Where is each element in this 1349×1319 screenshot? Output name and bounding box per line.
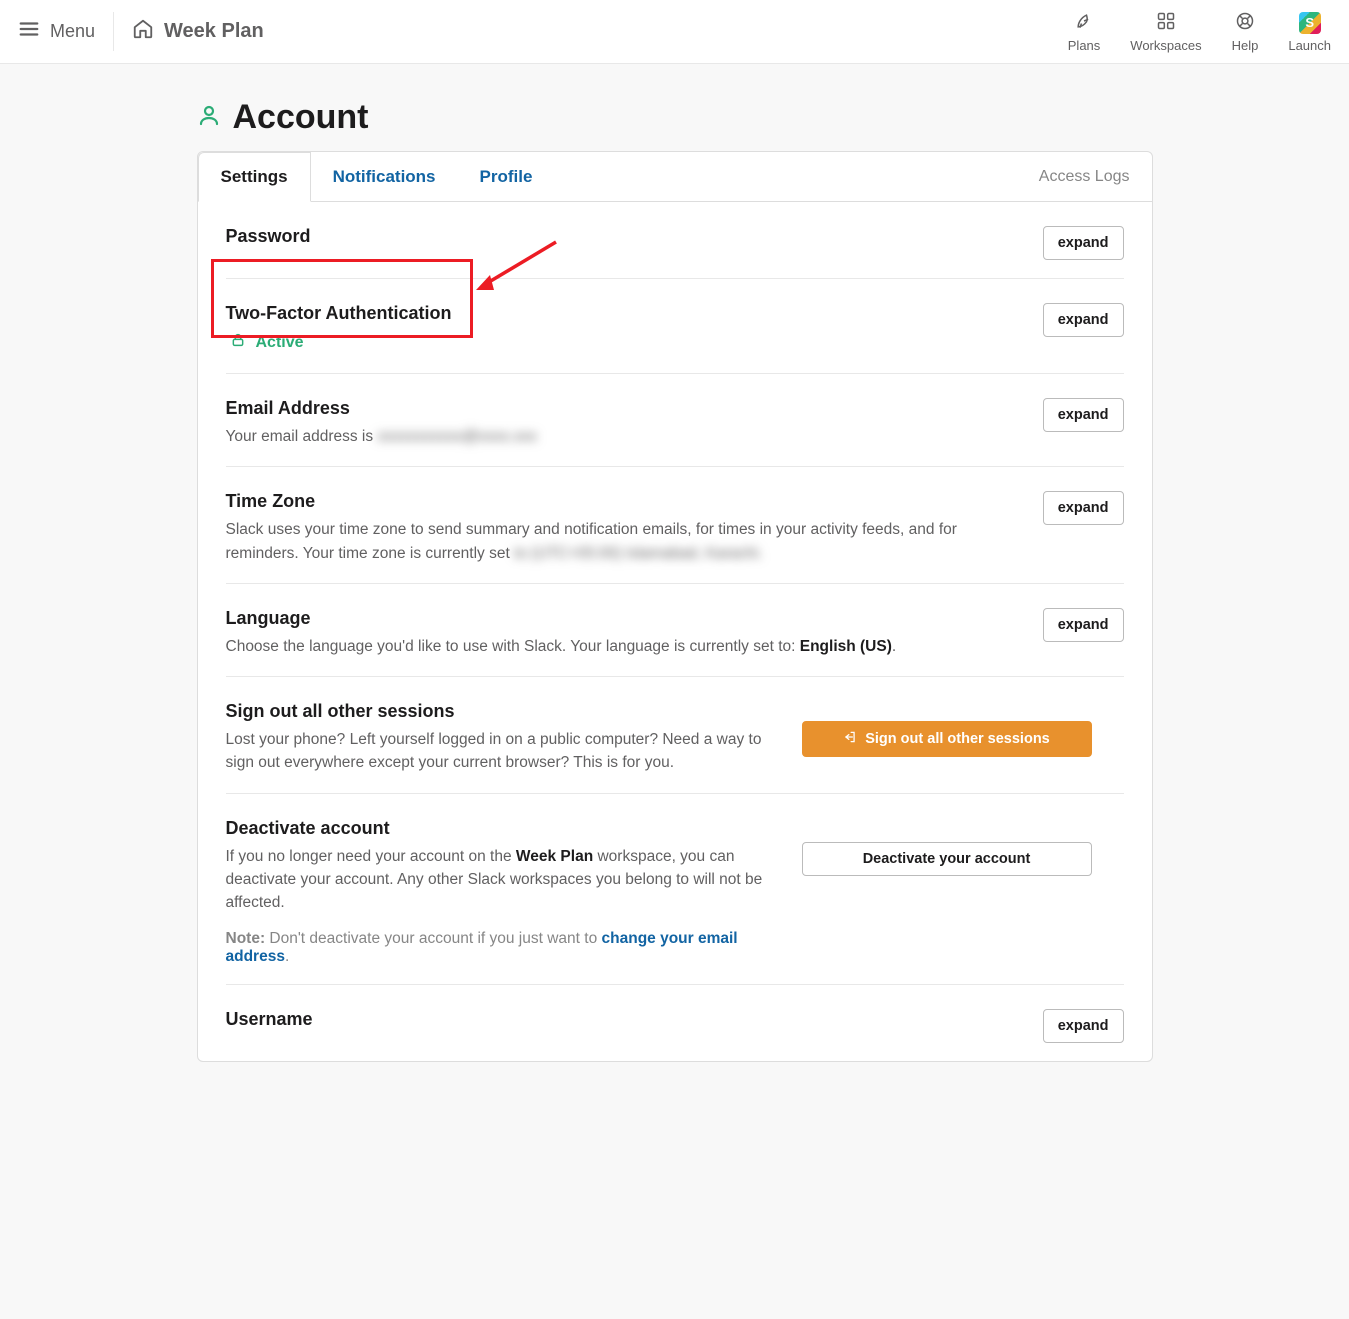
deactivate-button[interactable]: Deactivate your account xyxy=(802,842,1092,876)
lock-icon xyxy=(230,332,246,353)
email-title: Email Address xyxy=(226,398,1027,419)
menu-label: Menu xyxy=(50,21,95,42)
deactivate-title: Deactivate account xyxy=(226,818,786,839)
timezone-expand-button[interactable]: expand xyxy=(1043,491,1124,525)
password-title: Password xyxy=(226,226,1027,247)
twofa-status: Active xyxy=(226,330,1027,355)
language-desc: Choose the language you'd like to use wi… xyxy=(226,635,1027,658)
timezone-desc: Slack uses your time zone to send summar… xyxy=(226,518,1027,565)
label: Launch xyxy=(1288,38,1331,53)
slack-icon: S xyxy=(1299,12,1321,34)
twofa-expand-button[interactable]: expand xyxy=(1043,303,1124,337)
twofa-status-text: Active xyxy=(256,334,304,352)
timezone-value: to (UTC+05:00) Islamabad, Karachi. xyxy=(514,542,763,565)
signout-desc: Lost your phone? Left yourself logged in… xyxy=(226,728,786,775)
hamburger-icon xyxy=(18,18,40,45)
tab-notifications[interactable]: Notifications xyxy=(311,152,458,201)
signout-button[interactable]: Sign out all other sessions xyxy=(802,721,1092,757)
brand[interactable]: Week Plan xyxy=(132,18,264,46)
label: Help xyxy=(1232,38,1259,53)
language-expand-button[interactable]: expand xyxy=(1043,608,1124,642)
signout-button-label: Sign out all other sessions xyxy=(865,731,1050,747)
deactivate-note: Note: Don't deactivate your account if y… xyxy=(226,930,786,966)
signout-title: Sign out all other sessions xyxy=(226,701,786,722)
nav-help[interactable]: Help xyxy=(1232,11,1259,53)
timezone-title: Time Zone xyxy=(226,491,1027,512)
help-icon xyxy=(1235,11,1255,34)
tab-settings[interactable]: Settings xyxy=(198,152,311,202)
nav-plans[interactable]: Plans xyxy=(1068,11,1101,53)
signout-icon xyxy=(843,730,857,748)
label: Workspaces xyxy=(1130,38,1201,53)
user-icon xyxy=(197,103,221,132)
tab-access-logs[interactable]: Access Logs xyxy=(1017,152,1152,201)
tabs: Settings Notifications Profile Access Lo… xyxy=(198,152,1152,202)
twofa-title: Two-Factor Authentication xyxy=(226,303,1027,324)
page-title-text: Account xyxy=(233,98,369,137)
email-expand-button[interactable]: expand xyxy=(1043,398,1124,432)
home-icon xyxy=(132,18,154,46)
email-desc: Your email address is xxxxxxxxxxx@xxxx.x… xyxy=(226,425,1027,448)
topbar: Menu Week Plan Plans Workspaces Help xyxy=(0,0,1349,64)
menu-button[interactable]: Menu xyxy=(12,12,114,51)
grid-icon xyxy=(1156,11,1176,34)
username-title: Username xyxy=(226,1009,1027,1030)
nav-workspaces[interactable]: Workspaces xyxy=(1130,11,1201,53)
password-expand-button[interactable]: expand xyxy=(1043,226,1124,260)
page-title: Account xyxy=(197,88,1153,151)
nav-launch[interactable]: S Launch xyxy=(1288,12,1331,53)
brand-label: Week Plan xyxy=(164,20,264,43)
tab-profile[interactable]: Profile xyxy=(458,152,555,201)
language-title: Language xyxy=(226,608,1027,629)
label: Plans xyxy=(1068,38,1101,53)
username-expand-button[interactable]: expand xyxy=(1043,1009,1124,1043)
deactivate-desc: If you no longer need your account on th… xyxy=(226,845,786,915)
email-value: xxxxxxxxxxx@xxxx.xxx xyxy=(377,425,537,448)
rocket-icon xyxy=(1074,11,1094,34)
language-value: English (US) xyxy=(800,638,892,655)
